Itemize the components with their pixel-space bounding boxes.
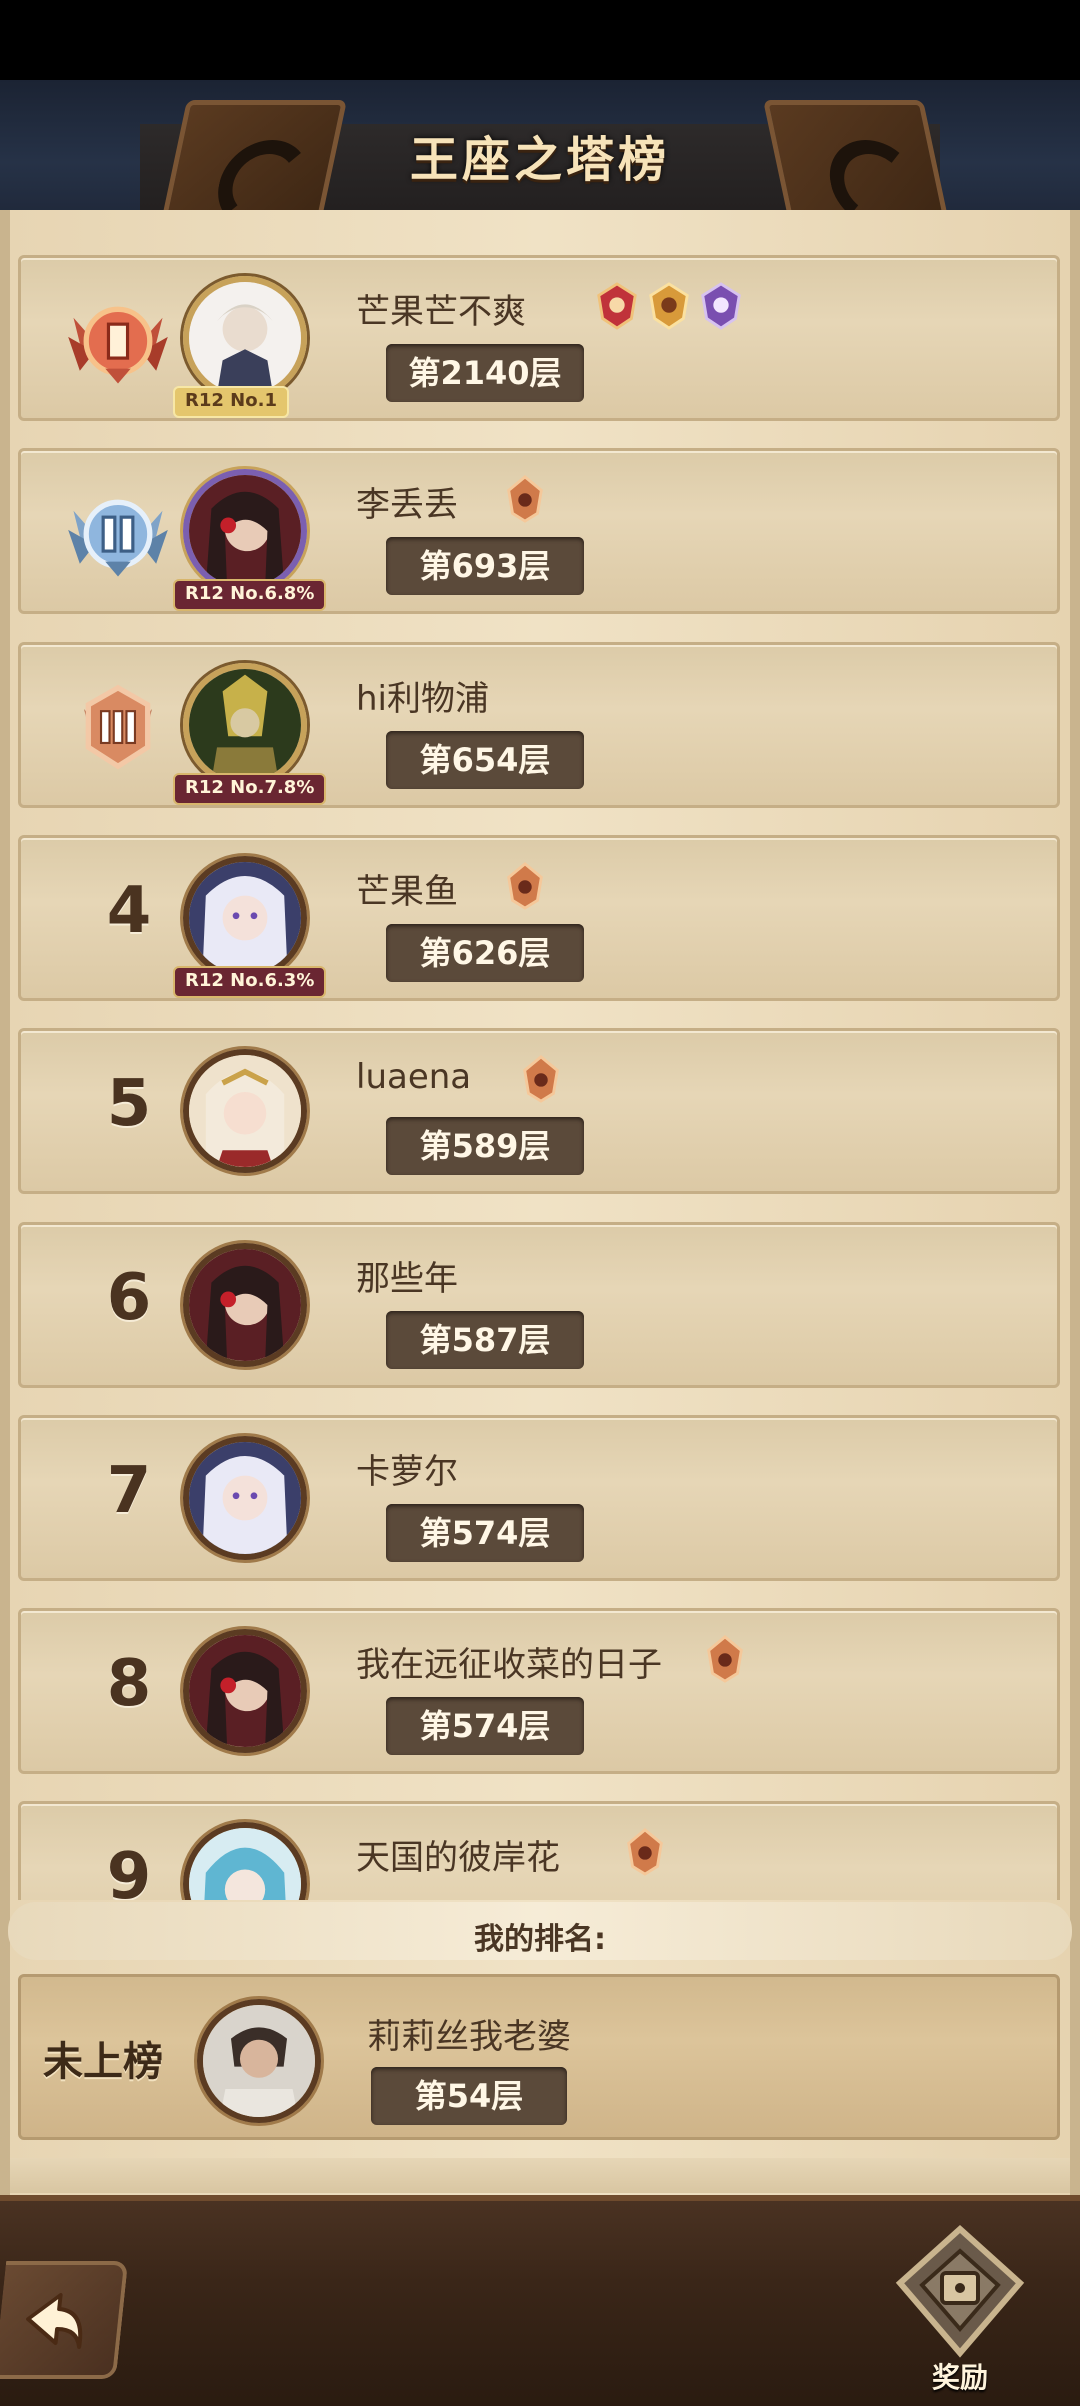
badge-group [701,1633,749,1685]
leaderboard-row[interactable]: 4 R12 No.6.3% 芒果鱼 第626层 [18,835,1060,1001]
leaderboard-row[interactable]: R12 No.7.8% hi利物浦 第654层 [18,642,1060,808]
status-bar-area [0,0,1080,80]
rank-3-medal-icon [84,684,152,770]
leaderboard-row[interactable]: R12 No.6.8% 李丢丢 第693层 [18,448,1060,614]
leaderboard-row[interactable]: 9 天国的彼岸花 [18,1801,1060,1900]
floor-value: 第2140层 [386,344,584,402]
panel-bottom-ornament [10,2158,1070,2193]
red-crest-icon [597,282,637,330]
rank-number: 9 [106,1840,152,1900]
reward-button[interactable]: 奖励 [890,2221,1030,2396]
bronze-crest-icon [523,1055,559,1103]
my-ranking-header: 我的排名: [8,1902,1072,1960]
avatar[interactable] [183,1629,307,1753]
badge-group [501,473,549,525]
avatar[interactable] [183,663,307,787]
player-name: luaena [356,1057,472,1097]
reward-label: 奖励 [931,2361,988,2394]
rank-number: 5 [106,1067,152,1141]
footer-bar: 奖励 [0,2195,1080,2406]
purple-crest-icon [701,282,741,330]
avatar[interactable] [183,1822,307,1900]
player-name: 芒果鱼 [356,872,458,912]
rank-tag: R12 No.6.3% [173,966,327,998]
player-name: 卡萝尔 [356,1452,458,1492]
rank-2-medal-icon [68,499,168,577]
leaderboard-row[interactable]: 8 我在远征收菜的日子 第574层 [18,1608,1060,1774]
rank-number: 7 [106,1454,152,1528]
avatar[interactable] [183,276,307,400]
player-name: hi利物浦 [356,679,489,719]
avatar[interactable] [183,856,307,980]
avatar[interactable] [183,1436,307,1560]
avatar[interactable] [183,1243,307,1367]
rank-number: 6 [106,1261,152,1335]
my-floor-value: 第54层 [371,2067,567,2125]
floor-value: 第574层 [386,1504,584,1562]
my-avatar[interactable] [197,1999,321,2123]
leaderboard-row[interactable]: 7 卡萝尔 第574层 [18,1415,1060,1581]
my-rank-status: 未上榜 [43,2039,163,2085]
gold-crest-icon [649,282,689,330]
avatar[interactable] [183,1049,307,1173]
bronze-crest-icon [627,1828,663,1876]
leaderboard-list[interactable]: R12 No.1 芒果芒不爽 第2140层 R12 No.6.8% 李丢丢 第6… [0,255,1080,1900]
player-name: 李丢丢 [356,485,458,525]
rank-tag: R12 No.1 [173,386,289,418]
player-name: 芒果芒不爽 [356,292,526,332]
floor-value: 第626层 [386,924,584,982]
bronze-crest-icon [507,475,543,523]
back-button[interactable] [0,2261,129,2379]
rank-number: 4 [106,874,152,948]
bronze-crest-icon [507,862,543,910]
player-name: 我在远征收菜的日子 [356,1645,662,1685]
leaderboard-row[interactable]: 6 那些年 第587层 [18,1222,1060,1388]
my-player-name: 莉莉丝我老婆 [367,2017,571,2057]
floor-value: 第587层 [386,1311,584,1369]
my-ranking-label: 我的排名: [474,1922,606,1957]
badge-group [593,280,745,332]
avatar[interactable] [183,469,307,593]
rank-1-medal-icon [68,306,168,384]
rank-tag: R12 No.6.8% [173,579,327,611]
back-arrow-icon [26,2293,83,2349]
player-name: 天国的彼岸花 [356,1838,560,1878]
bronze-crest-icon [707,1635,743,1683]
floor-value: 第693层 [386,537,584,595]
rank-tag: R12 No.7.8% [173,773,327,805]
reward-chest-icon [895,2224,1025,2358]
leaderboard-row[interactable]: R12 No.1 芒果芒不爽 第2140层 [18,255,1060,421]
badge-group [517,1053,565,1105]
badge-group [621,1826,669,1878]
badge-group [501,860,549,912]
rank-number: 8 [106,1647,152,1721]
my-ranking-row[interactable]: 未上榜 莉莉丝我老婆 第54层 [18,1974,1060,2140]
player-name: 那些年 [356,1259,458,1299]
leaderboard-row[interactable]: 5 luaena 第589层 [18,1028,1060,1194]
floor-value: 第589层 [386,1117,584,1175]
floor-value: 第574层 [386,1697,584,1755]
floor-value: 第654层 [386,731,584,789]
page-title: 王座之塔榜 [409,132,670,188]
